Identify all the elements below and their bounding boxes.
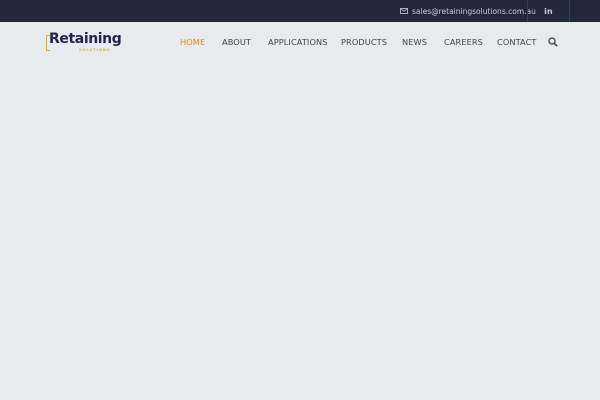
linkedin-label: in (544, 6, 553, 16)
nav-news[interactable]: NEWS (402, 22, 427, 62)
logo-wordmark: Retaining (49, 31, 122, 47)
site-logo[interactable]: Retaining SOLUTIONS (46, 31, 122, 52)
search-icon[interactable] (548, 37, 558, 47)
top-bar: sales@retainingsolutions.com.au in (0, 0, 600, 22)
top-divider-right (569, 0, 570, 22)
nav-careers[interactable]: CAREERS (444, 22, 483, 62)
nav-home[interactable]: HOME (180, 22, 205, 62)
nav-contact[interactable]: CONTACT (497, 22, 537, 62)
nav-products[interactable]: PRODUCTS (341, 22, 387, 62)
page-content-area (0, 62, 600, 400)
email-text: sales@retainingsolutions.com.au (412, 6, 536, 16)
nav-applications[interactable]: APPLICATIONS (268, 22, 328, 62)
logo-tagline: SOLUTIONS (79, 47, 111, 52)
nav-about[interactable]: ABOUT (222, 22, 251, 62)
top-email-link[interactable]: sales@retainingsolutions.com.au (400, 0, 536, 22)
linkedin-icon[interactable]: in (528, 0, 569, 22)
envelope-icon (400, 8, 408, 14)
main-header: Retaining SOLUTIONS HOME ABOUT APPLICATI… (0, 22, 600, 62)
